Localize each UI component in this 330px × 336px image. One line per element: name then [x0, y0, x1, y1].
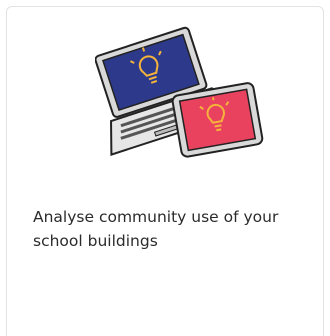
card-title[interactable]: Analyse community use of your school bui… [33, 205, 303, 253]
laptop-tablet-lightbulb-icon [95, 26, 264, 158]
resource-card[interactable]: Analyse community use of your school bui… [6, 6, 324, 336]
